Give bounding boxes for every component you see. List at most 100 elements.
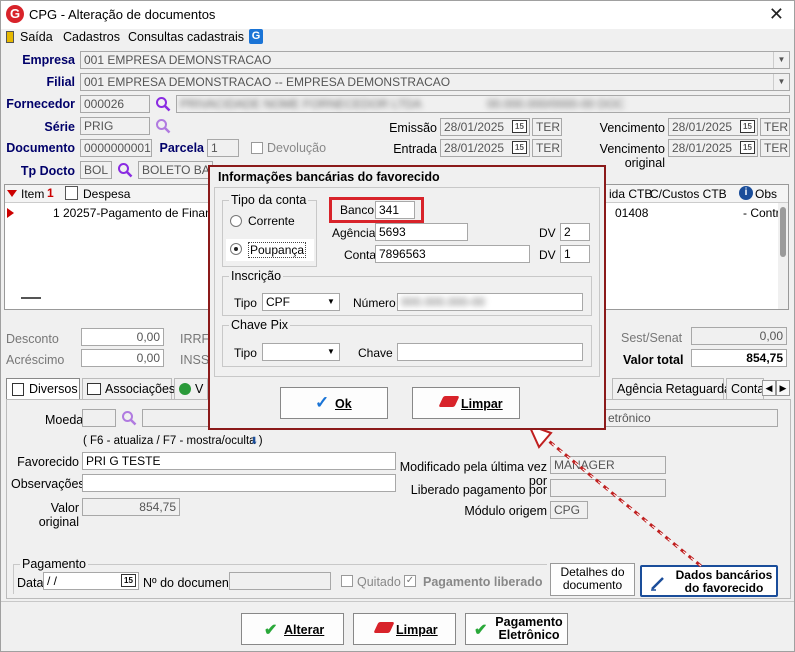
limpar-label: Limpar [396, 623, 438, 637]
menu-consultas[interactable]: Consultas cadastrais [128, 30, 244, 44]
inscricao-tipo-select[interactable]: CPF ▼ [262, 293, 340, 311]
empresa-combo[interactable]: 001 EMPRESA DEMONSTRACAO ▼ [80, 51, 790, 69]
vencimento-dow: TER [760, 118, 790, 136]
search-icon[interactable] [155, 96, 171, 112]
agencia-label: Agência [332, 226, 376, 240]
dv2-field[interactable]: 1 [560, 245, 590, 263]
tpdocto-name-field: BOLETO BAN [138, 161, 213, 179]
moeda-code-field[interactable] [82, 409, 116, 427]
pix-tipo-select[interactable]: ▼ [262, 343, 340, 361]
devolucao-checkbox[interactable] [251, 142, 263, 154]
calendar-icon[interactable]: 15 [740, 120, 755, 133]
check-icon: ✔ [474, 622, 488, 639]
eraser-icon [373, 622, 395, 633]
favorecido-field[interactable]: PRI G TESTE [82, 452, 396, 470]
corrente-radio[interactable] [230, 215, 242, 227]
tab-associacoes[interactable]: Associações [82, 378, 175, 399]
emissao-field[interactable]: 28/01/2025 15 [440, 118, 530, 136]
devolucao-label: Devolução [267, 141, 327, 155]
tab-diversos[interactable]: Diversos [6, 378, 80, 400]
ok-button[interactable]: ✓ Ok [280, 387, 388, 419]
venc-original-field[interactable]: 28/01/2025 15 [668, 139, 758, 157]
vencimento-field[interactable]: 28/01/2025 15 [668, 118, 758, 136]
vencimento-value: 28/01/2025 [672, 120, 733, 134]
desconto-field[interactable]: 0,00 [81, 328, 164, 346]
entrada-field[interactable]: 28/01/2025 15 [440, 139, 530, 157]
limpar-button[interactable]: Limpar [353, 613, 456, 645]
calendar-icon[interactable]: 15 [512, 141, 527, 154]
empresa-label: Empresa [22, 53, 75, 67]
col-ccustos[interactable]: C/Custos CTB [650, 187, 727, 201]
scrollbar-thumb[interactable] [780, 207, 786, 257]
dialog-titlebar: Informações bancárias do favorecido [210, 167, 604, 187]
search-icon[interactable] [117, 162, 133, 178]
book-icon [87, 383, 101, 395]
vencimento-label: Vencimento [599, 121, 665, 135]
chevron-down-icon[interactable]: ▼ [323, 294, 339, 310]
serie-field[interactable]: PRIG [80, 117, 150, 135]
col-ctb[interactable]: ida CTB [609, 187, 652, 201]
chevron-down-icon[interactable]: ▼ [773, 74, 789, 90]
calendar-icon[interactable]: 15 [121, 574, 136, 587]
filial-combo[interactable]: 001 EMPRESA DEMONSTRACAO -- EMPRESA DEMO… [80, 73, 790, 91]
poupanca-radio[interactable] [230, 243, 242, 255]
pagamento-eletronico-button[interactable]: ✔ Pagamento Eletrônico [465, 613, 568, 645]
col-obs[interactable]: Obs [755, 187, 777, 201]
money-icon [179, 383, 191, 395]
app-g-icon[interactable]: G [249, 29, 263, 44]
sort-1-icon[interactable]: 1 [47, 186, 54, 200]
observacoes-field[interactable] [82, 474, 396, 492]
acrescimo-field[interactable]: 0,00 [81, 349, 164, 367]
sest-field: 0,00 [691, 327, 787, 345]
emissao-dow: TER [532, 118, 562, 136]
agencia-field[interactable]: 5693 [375, 223, 468, 241]
pag-liberado-checkbox[interactable]: ✓ [404, 575, 416, 587]
title-bar: G CPG - Alteração de documentos ✕ [1, 1, 794, 29]
sort-down-icon[interactable] [7, 190, 17, 197]
parcela-field[interactable]: 1 [207, 139, 239, 157]
corrente-label: Corrente [248, 214, 295, 228]
col-item[interactable]: Item [21, 187, 44, 201]
alterar-button[interactable]: ✔ Alterar [241, 613, 344, 645]
close-icon[interactable]: ✕ [769, 4, 784, 25]
chevron-down-icon[interactable]: ▼ [323, 344, 339, 360]
dv1-field[interactable]: 2 [560, 223, 590, 241]
fornecedor-name: PRIVACIDADE NOME FORNECEDOR LTDA [180, 97, 422, 111]
numero-value: 000.000.000-00 [401, 295, 486, 309]
numero-field[interactable]: 000.000.000-00 [397, 293, 583, 311]
tab-agencia[interactable]: Agência Retaguarda [612, 378, 731, 399]
chave-field[interactable] [397, 343, 583, 361]
tab-scroll-right-icon[interactable]: ▶ [776, 380, 790, 396]
menu-saida[interactable]: Saída [20, 30, 53, 44]
data-field[interactable]: / / 15 [43, 572, 139, 590]
pag-eletronico-label: Pagamento Eletrônico [495, 615, 563, 642]
col-despesa[interactable]: Despesa [83, 187, 130, 201]
emissao-label: Emissão [389, 121, 437, 135]
grid-resize-handle[interactable] [21, 297, 41, 299]
banco-field[interactable]: 341 [375, 201, 415, 219]
calendar-icon[interactable]: 15 [740, 141, 755, 154]
tab-scroll-left-icon[interactable]: ◀ [762, 380, 776, 396]
moeda-label: Moeda [45, 413, 84, 427]
empresa-value: 001 EMPRESA DEMONSTRACAO [84, 53, 272, 67]
quitado-checkbox[interactable] [341, 575, 353, 587]
calendar-icon[interactable]: 15 [512, 120, 527, 133]
tab-agencia-label: Agência Retaguarda [617, 382, 731, 396]
tab-valores[interactable]: V [174, 378, 208, 399]
ndoc-field[interactable] [229, 572, 331, 590]
search-icon[interactable] [121, 410, 137, 426]
window-title: CPG - Alteração de documentos [29, 7, 216, 22]
fornecedor-code-field[interactable]: 000026 [80, 95, 150, 113]
exit-door-icon [6, 31, 14, 43]
conta-field[interactable]: 7896563 [375, 245, 530, 263]
inscricao-tipo-value: CPF [266, 295, 290, 309]
grid-scrollbar[interactable] [778, 203, 788, 309]
fornecedor-label: Fornecedor [6, 97, 75, 111]
documento-field[interactable]: 0000000001 [80, 139, 152, 157]
search-icon[interactable] [155, 118, 171, 134]
tab-contab[interactable]: Contal [726, 378, 767, 399]
menu-cadastros[interactable]: Cadastros [63, 30, 120, 44]
chevron-down-icon[interactable]: ▼ [773, 52, 789, 68]
tpdocto-code-field[interactable]: BOL [80, 161, 112, 179]
dialog-limpar-button[interactable]: Limpar [412, 387, 520, 419]
